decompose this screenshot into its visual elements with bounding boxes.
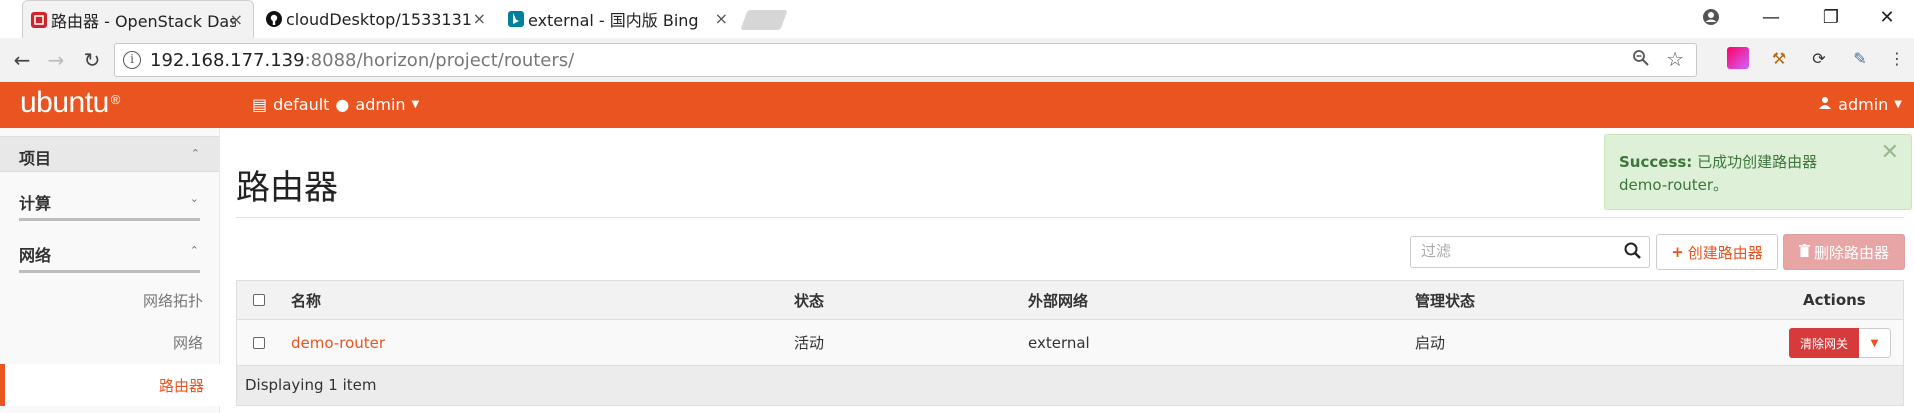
create-router-button[interactable]: + 创建路由器 bbox=[1656, 234, 1778, 270]
url-text[interactable]: 192.168.177.139:8088/horizon/project/rou… bbox=[150, 50, 574, 71]
close-icon[interactable]: ✕ bbox=[1881, 141, 1899, 164]
project-domain: default bbox=[273, 95, 330, 114]
openstack-icon bbox=[31, 12, 47, 28]
dot-icon: ● bbox=[335, 95, 350, 114]
ubuntu-logo[interactable]: ubuntu ® bbox=[20, 86, 120, 120]
row-checkbox[interactable] bbox=[253, 320, 265, 365]
clear-gateway-button-group: 清除网关 ▼ bbox=[1789, 328, 1891, 358]
project-icon: ▤ bbox=[252, 95, 268, 114]
sidebar-item-routers[interactable]: 路由器 bbox=[0, 364, 220, 406]
chevron-down-icon[interactable]: ▼ bbox=[1859, 328, 1891, 358]
sidebar-item-network-topology[interactable]: 网络拓扑 bbox=[143, 290, 203, 311]
select-all-checkbox[interactable] bbox=[253, 281, 265, 319]
search-icon[interactable] bbox=[1623, 241, 1643, 261]
sidebar-section-label: 网络 bbox=[19, 246, 52, 265]
top-navbar: ubuntu ® ▤ default ● admin ▼ admin ▼ bbox=[0, 82, 1914, 128]
divider bbox=[236, 217, 1904, 218]
extension-tools-icon[interactable]: ⚒ bbox=[1768, 47, 1790, 69]
extension-sync-icon[interactable]: ⟳ bbox=[1808, 47, 1830, 69]
column-header-name[interactable]: 名称 bbox=[291, 281, 321, 319]
router-status: 活动 bbox=[794, 334, 825, 352]
router-external-network: external bbox=[1028, 333, 1090, 352]
browser-tab-openstack[interactable]: 路由器 - OpenStack Das × bbox=[22, 0, 254, 38]
tab-title: 路由器 - OpenStack Das bbox=[51, 11, 236, 31]
address-bar[interactable]: i 192.168.177.139:8088/horizon/project/r… bbox=[114, 43, 1697, 77]
tab-strip: 路由器 - OpenStack Das × cloudDesktop/15331… bbox=[0, 0, 1914, 38]
bing-icon bbox=[508, 11, 524, 27]
router-name-link[interactable]: demo-router bbox=[291, 320, 385, 365]
bookmark-star-icon[interactable]: ☆ bbox=[1666, 47, 1684, 71]
user-menu[interactable]: admin ▼ bbox=[1818, 95, 1902, 114]
chevron-up-icon: ⌃ bbox=[189, 244, 199, 257]
clear-gateway-button[interactable]: 清除网关 bbox=[1789, 328, 1859, 358]
new-tab-button[interactable] bbox=[740, 10, 788, 30]
github-icon bbox=[266, 11, 282, 27]
caret-down-icon: ▼ bbox=[1894, 99, 1902, 110]
project-name: admin bbox=[355, 95, 406, 114]
extension-icon[interactable] bbox=[1727, 47, 1749, 69]
close-icon[interactable]: × bbox=[473, 9, 486, 28]
reload-icon[interactable]: ↻ bbox=[80, 48, 104, 72]
page-title: 路由器 bbox=[236, 168, 338, 208]
forward-arrow-icon[interactable]: → bbox=[44, 48, 68, 72]
back-arrow-icon[interactable]: ← bbox=[10, 48, 34, 72]
filter-field[interactable] bbox=[1410, 236, 1650, 268]
sidebar-section-project[interactable]: 项目 ⌃ bbox=[0, 136, 220, 172]
plus-icon: + bbox=[1671, 243, 1684, 261]
tab-title: external - 国内版 Bing bbox=[528, 11, 699, 30]
router-admin-state: 启动 bbox=[1415, 334, 1446, 352]
maximize-button[interactable]: ❐ bbox=[1804, 0, 1858, 34]
sidebar-item-label: 路由器 bbox=[158, 377, 204, 395]
alert-label: Success: bbox=[1619, 153, 1693, 171]
column-header-status[interactable]: 状态 bbox=[794, 281, 824, 319]
close-window-button[interactable]: ✕ bbox=[1860, 0, 1914, 34]
user-name: admin bbox=[1838, 95, 1889, 114]
trash-icon bbox=[1798, 243, 1810, 261]
sidebar-section-label: 计算 bbox=[19, 194, 52, 213]
table-header: 名称 状态 外部网络 管理状态 Actions bbox=[236, 280, 1904, 320]
info-icon[interactable]: i bbox=[123, 51, 141, 69]
divider bbox=[19, 270, 200, 273]
alert-message: 已成功创建路由器 bbox=[1697, 153, 1818, 171]
browser-tab-github[interactable]: cloudDesktop/1533131 × bbox=[258, 0, 496, 38]
column-header-external-network[interactable]: 外部网络 bbox=[1028, 281, 1088, 319]
menu-kebab-icon[interactable]: ⋮ bbox=[1886, 47, 1908, 69]
divider bbox=[19, 218, 200, 221]
chevron-down-icon: ⌄ bbox=[189, 192, 199, 205]
minimize-button[interactable]: — bbox=[1744, 0, 1798, 34]
alert-message-router: demo-router。 bbox=[1619, 176, 1729, 194]
browser-chrome: 路由器 - OpenStack Das × cloudDesktop/15331… bbox=[0, 0, 1914, 82]
sidebar-section-label: 项目 bbox=[19, 149, 52, 168]
delete-routers-button[interactable]: 删除路由器 bbox=[1783, 234, 1905, 270]
success-alert: Success: 已成功创建路由器 demo-router。 ✕ bbox=[1604, 134, 1912, 210]
column-header-actions: Actions bbox=[1803, 291, 1866, 309]
browser-tab-bing[interactable]: external - 国内版 Bing × bbox=[500, 0, 738, 38]
item-count: Displaying 1 item bbox=[245, 376, 377, 394]
close-icon[interactable]: × bbox=[230, 10, 243, 29]
close-icon[interactable]: × bbox=[715, 9, 728, 28]
table-footer: Displaying 1 item bbox=[236, 366, 1904, 406]
button-label: 创建路由器 bbox=[1687, 243, 1763, 262]
chevron-up-icon: ⌃ bbox=[190, 147, 200, 160]
user-icon bbox=[1818, 95, 1832, 114]
browser-toolbar: ← → ↻ i 192.168.177.139:8088/horizon/pro… bbox=[0, 38, 1914, 82]
project-switcher[interactable]: ▤ default ● admin ▼ bbox=[252, 95, 419, 114]
profile-icon[interactable] bbox=[1684, 0, 1738, 34]
extension-eyedropper-icon[interactable]: ✎ bbox=[1849, 47, 1871, 69]
caret-down-icon: ▼ bbox=[411, 99, 420, 110]
sidebar: 项目 ⌃ 计算 ⌄ 网络 ⌃ 网络拓扑 网络 路由器 bbox=[0, 128, 220, 413]
button-label: 删除路由器 bbox=[1813, 243, 1889, 262]
filter-input[interactable] bbox=[1421, 242, 1621, 260]
table-row: demo-router 活动 external 启动 清除网关 ▼ bbox=[236, 320, 1904, 366]
zoom-icon[interactable] bbox=[1632, 49, 1650, 72]
sidebar-item-networks[interactable]: 网络 bbox=[173, 332, 203, 353]
tab-title: cloudDesktop/1533131 bbox=[286, 9, 471, 29]
column-header-admin-state[interactable]: 管理状态 bbox=[1415, 281, 1475, 319]
